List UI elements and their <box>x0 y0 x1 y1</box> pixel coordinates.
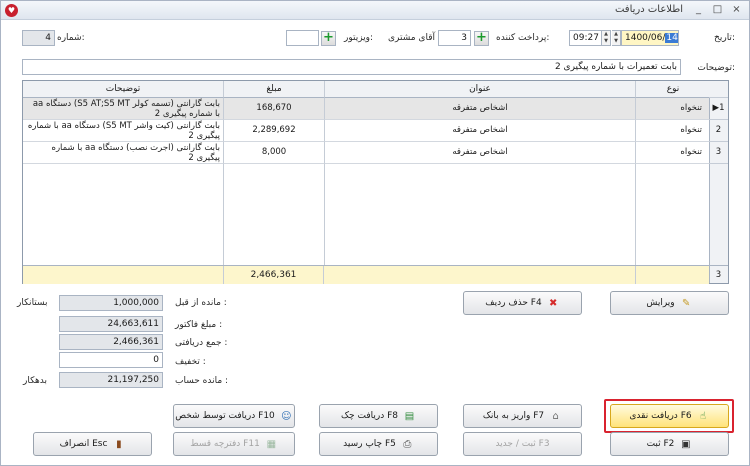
bank-icon: ⌂ <box>552 410 559 422</box>
row1-title[interactable]: اشخاص متفرقه <box>324 98 635 120</box>
row2-notes[interactable]: بابت گارانتی (کیت واشر S5 MT) دستگاه aa … <box>23 120 223 142</box>
print-receipt-label: چاپ رسید F5 <box>343 439 396 449</box>
title-bar: ♥ اطلاعات دریافت _ □ × <box>1 1 749 20</box>
installment-book-label: دفترچه قسط F11 <box>190 439 260 449</box>
delete-row-button[interactable]: حذف ردیف F4 ✖ <box>463 291 582 315</box>
edit-button[interactable]: ویرایش ✎ <box>610 291 729 315</box>
row3-indicator[interactable]: 3 <box>709 142 728 164</box>
col-header-amount[interactable]: مبلغ <box>223 81 324 98</box>
description-field[interactable]: بابت تعمیرات با شماره پیگیری 2 <box>22 59 681 75</box>
cancel-label: انصراف Esc <box>59 439 108 449</box>
totals-row: 2,466,361 <box>23 265 709 284</box>
close-button[interactable]: × <box>728 2 745 18</box>
receive-by-person-label: دریافت توسط شخص F10 <box>175 411 275 421</box>
print-receipt-button[interactable]: چاپ رسید F5 ⎙ <box>319 432 438 456</box>
received-total-label: جمع دریافتی : <box>175 338 228 348</box>
account-balance-field: 21,197,250 <box>59 372 163 388</box>
receipt-window: ♥ اطلاعات دریافت _ □ × تاریخ: 1400/06/14… <box>0 0 750 466</box>
row3-amount[interactable]: 8,000 <box>223 142 324 164</box>
save-button[interactable]: ثبت F2 ▣ <box>610 432 729 456</box>
number-label: شماره: <box>57 33 85 43</box>
edit-label: ویرایش <box>646 298 675 308</box>
visitor-field[interactable] <box>286 30 319 46</box>
cheque-receipt-button[interactable]: دریافت چک F8 ▤ <box>319 404 438 428</box>
col-header-notes[interactable]: توضیحات <box>23 81 223 98</box>
printer-icon: ⎙ <box>403 438 412 450</box>
add-payer-plus-icon[interactable]: + <box>474 31 489 46</box>
receive-by-person-button[interactable]: دریافت توسط شخص F10 ☺ <box>173 404 295 428</box>
invoice-amount-label: مبلغ فاکتور : <box>175 320 223 330</box>
cheque-icon: ▤ <box>404 410 415 422</box>
installment-icon: ▦ <box>266 438 277 450</box>
payer-code-field[interactable]: 3 <box>438 30 471 46</box>
prev-balance-label: مانده از قبل : <box>175 298 227 308</box>
number-field: 4 <box>22 30 55 46</box>
row2-indicator[interactable]: 2 <box>709 120 728 142</box>
minimize-button[interactable]: _ <box>690 2 707 18</box>
row1-amount[interactable]: 168,670 <box>223 98 324 120</box>
received-total-field: 2,466,361 <box>59 334 163 350</box>
person-icon: ☺ <box>281 410 292 422</box>
customer-name: آقای مشتری <box>388 33 436 43</box>
indicator-header <box>709 81 728 98</box>
delete-row-label: حذف ردیف F4 <box>485 298 542 308</box>
delete-x-icon: ✖ <box>549 297 558 309</box>
app-logo-icon: ♥ <box>5 4 18 17</box>
total-count: 3 <box>709 265 728 284</box>
save-new-button[interactable]: ثبت / جدید F3 <box>463 432 582 456</box>
row1-type[interactable]: تنخواه <box>635 98 710 120</box>
row3-title[interactable]: اشخاص متفرقه <box>324 142 635 164</box>
exit-door-icon: ▮ <box>116 438 122 450</box>
col-header-type[interactable]: نوع <box>635 81 710 98</box>
save-label: ثبت F2 <box>646 439 675 449</box>
visitor-label: ویزیتور: <box>344 33 374 43</box>
bank-deposit-button[interactable]: واریز به بانک F7 ⌂ <box>463 404 582 428</box>
date-day-selected: 14 <box>665 33 678 43</box>
col-header-title[interactable]: عنوان <box>324 81 635 98</box>
row1-notes[interactable]: بابت گارانتی (تسمه کولر S5 AT;S5 MT) دست… <box>23 98 223 120</box>
row-indicator-column: ▶1 2 3 3 <box>709 81 728 283</box>
date-spinner[interactable]: ▲ ▼ <box>612 30 621 46</box>
row1-indicator[interactable]: ▶1 <box>709 98 728 120</box>
row2-type[interactable]: تنخواه <box>635 120 710 142</box>
save-disk-icon: ▣ <box>681 438 691 450</box>
maximize-button[interactable]: □ <box>709 2 726 18</box>
save-new-label: ثبت / جدید F3 <box>495 439 550 449</box>
prev-balance-status: بستانکار <box>17 298 48 308</box>
cancel-button[interactable]: انصراف Esc ▮ <box>33 432 152 456</box>
account-balance-label: مانده حساب : <box>175 376 229 386</box>
pencil-icon: ✎ <box>681 297 691 309</box>
discount-label: تخفیف : <box>175 357 206 367</box>
row3-type[interactable]: تنخواه <box>635 142 710 164</box>
row2-amount[interactable]: 2,289,692 <box>223 120 324 142</box>
row3-notes[interactable]: بابت گارانتی (اجرت نصب) دستگاه aa با شما… <box>23 142 223 164</box>
bank-deposit-label: واریز به بانک F7 <box>482 411 545 421</box>
window-title: اطلاعات دریافت <box>614 4 683 15</box>
invoice-amount-field: 24,663,611 <box>59 316 163 332</box>
add-visitor-plus-icon[interactable]: + <box>321 31 336 46</box>
description-label: توضیحات: <box>697 63 735 73</box>
date-text: 1400/06/ <box>625 33 666 43</box>
account-balance-status: بدهکار <box>23 376 48 386</box>
total-amount: 2,466,361 <box>223 266 324 284</box>
cheque-receipt-label: دریافت چک F8 <box>341 411 398 421</box>
time-spinner[interactable]: ▲ ▼ <box>602 30 611 46</box>
highlight-box <box>604 399 734 433</box>
discount-field[interactable]: 0 <box>59 352 163 368</box>
payer-label: پرداخت کننده: <box>496 33 550 43</box>
time-field[interactable]: 09:27 <box>569 30 602 46</box>
installment-book-button[interactable]: دفترچه قسط F11 ▦ <box>173 432 295 456</box>
row2-title[interactable]: اشخاص متفرقه <box>324 120 635 142</box>
date-field[interactable]: 1400/06/14 <box>621 30 679 46</box>
prev-balance-field: 1,000,000 <box>59 295 163 311</box>
date-label: تاریخ: <box>714 33 735 43</box>
row1-index: 1 <box>719 103 725 113</box>
items-grid: توضیحات مبلغ عنوان نوع بابت گارانتی (تسم… <box>22 80 729 284</box>
